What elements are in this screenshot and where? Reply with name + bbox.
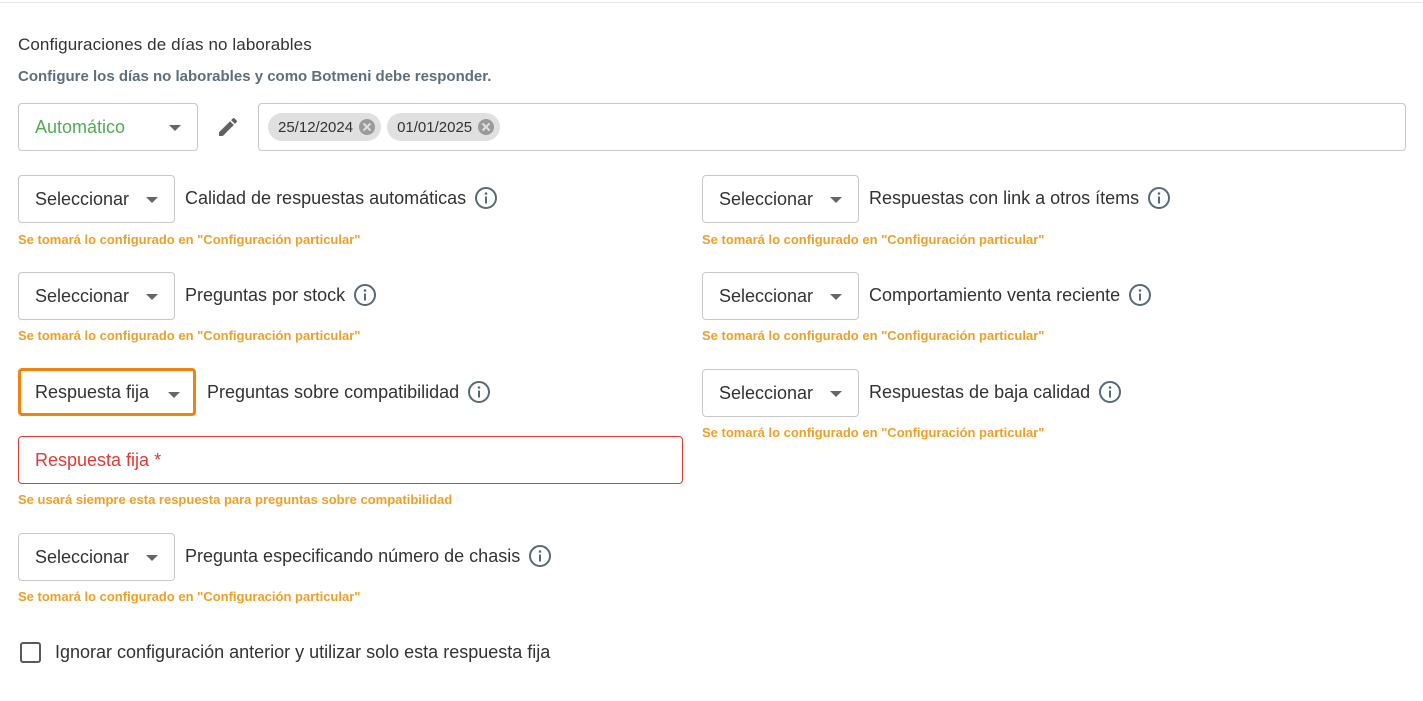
mode-select[interactable]: Automático [18,103,198,151]
compat-label: Preguntas sobre compatibilidad [207,381,460,402]
baja-select-value: Seleccionar [719,382,814,403]
chasis-label: Pregunta especificando número de chasis [185,545,521,566]
date-chip-label: 25/12/2024 [278,118,354,136]
baja-select[interactable]: Seleccionar [702,369,859,417]
baja-label-row: Respuestas de baja calidad [869,380,1122,404]
ignore-config-row: Ignorar configuración anterior y utiliza… [20,642,550,663]
compat-select[interactable]: Respuesta fija [18,368,196,416]
link-select-value: Seleccionar [719,188,814,209]
chevron-down-icon [830,391,842,397]
venta-hint: Se tomará lo configurado en "Configuraci… [702,328,1045,343]
section-subtitle: Configure los días no laborables y como … [18,68,492,85]
baja-label: Respuestas de baja calidad [869,381,1091,402]
date-chip: 25/12/2024 [268,113,382,141]
chevron-down-icon [168,392,180,398]
date-chip-label: 01/01/2025 [397,118,473,136]
fixed-answer-input[interactable]: Respuesta fija * [18,436,683,484]
stock-label: Preguntas por stock [185,284,346,305]
link-label-row: Respuestas con link a otros ítems [869,186,1171,210]
fixed-answer-placeholder: Respuesta fija * [35,449,162,470]
mode-select-value: Automático [35,116,126,137]
chevron-down-icon [146,555,158,561]
ignore-config-checkbox[interactable] [20,642,41,663]
dates-field[interactable]: 25/12/2024 01/01/2025 [258,103,1406,151]
fixed-answer-hint: Se usará siempre esta respuesta para pre… [18,492,453,507]
info-icon[interactable] [1098,380,1122,404]
venta-label: Comportamiento venta reciente [869,284,1121,305]
info-icon[interactable] [1128,283,1152,307]
stock-select[interactable]: Seleccionar [18,272,175,320]
top-divider [0,2,1423,3]
calidad-label-row: Calidad de respuestas automáticas [185,186,498,210]
chasis-label-row: Pregunta especificando número de chasis [185,544,552,568]
info-icon[interactable] [528,544,552,568]
calidad-hint: Se tomará lo configurado en "Configuraci… [18,232,361,247]
date-chip: 01/01/2025 [387,113,501,141]
info-icon[interactable] [353,283,377,307]
chasis-hint: Se tomará lo configurado en "Configuraci… [18,589,361,604]
chevron-down-icon [830,197,842,203]
info-icon[interactable] [474,186,498,210]
stock-select-value: Seleccionar [35,285,130,306]
chevron-down-icon [169,125,181,131]
chasis-select[interactable]: Seleccionar [18,533,175,581]
venta-label-row: Comportamiento venta reciente [869,283,1152,307]
info-icon[interactable] [1147,186,1171,210]
compat-select-value: Respuesta fija [35,381,150,402]
venta-select-value: Seleccionar [719,285,814,306]
remove-chip-icon[interactable] [478,119,495,135]
edit-pencil-icon[interactable] [216,115,240,139]
baja-hint: Se tomará lo configurado en "Configuraci… [702,425,1045,440]
ignore-config-label: Ignorar configuración anterior y utiliza… [55,642,551,662]
calidad-label: Calidad de respuestas automáticas [185,187,467,208]
compat-label-row: Preguntas sobre compatibilidad [207,380,491,404]
chevron-down-icon [146,197,158,203]
calidad-select[interactable]: Seleccionar [18,175,175,223]
link-hint: Se tomará lo configurado en "Configuraci… [702,232,1045,247]
chasis-select-value: Seleccionar [35,546,130,567]
chevron-down-icon [146,294,158,300]
link-select[interactable]: Seleccionar [702,175,859,223]
stock-label-row: Preguntas por stock [185,283,377,307]
venta-select[interactable]: Seleccionar [702,272,859,320]
section-title: Configuraciones de días no laborables [18,35,312,54]
info-icon[interactable] [467,380,491,404]
link-label: Respuestas con link a otros ítems [869,187,1140,208]
stock-hint: Se tomará lo configurado en "Configuraci… [18,328,361,343]
chevron-down-icon [830,294,842,300]
calidad-select-value: Seleccionar [35,188,130,209]
remove-chip-icon[interactable] [359,119,376,135]
